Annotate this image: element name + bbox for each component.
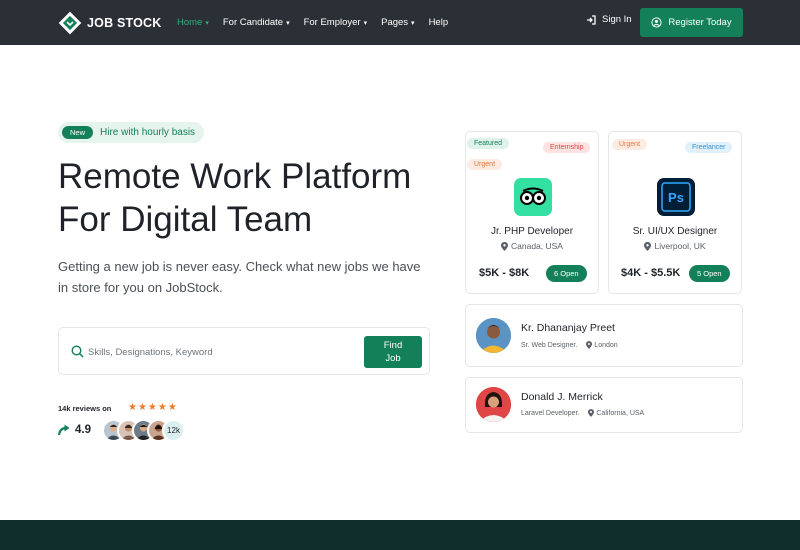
job-location-text: Liverpool, UK <box>654 241 706 251</box>
job-salary: $4K - $5.5K <box>621 267 681 279</box>
star-rating-icon: ★★★★★ <box>128 402 178 413</box>
open-positions-button[interactable]: 6 Open <box>546 265 587 282</box>
chevron-down-icon: ▾ <box>286 19 290 27</box>
top-navbar: JOB STOCK Home ▾ For Candidate ▾ For Emplo… <box>0 0 800 45</box>
nav-for-employer[interactable]: For Employer ▾ <box>304 17 368 28</box>
search-input[interactable] <box>88 344 328 360</box>
avatar <box>476 387 511 422</box>
tag-urgent: Urgent <box>467 159 503 170</box>
job-search-bar: Find Job <box>58 327 430 375</box>
logo-icon <box>58 11 82 35</box>
job-location: Canada, USA <box>466 241 598 251</box>
sign-in-icon <box>587 14 596 25</box>
find-job-label-1: Find <box>383 340 403 351</box>
candidate-card[interactable]: Donald J. Merrick Laravel Developer. Cal… <box>465 377 743 433</box>
main-menu: Home ▾ For Candidate ▾ For Employer ▾ Pages… <box>177 0 462 45</box>
avatar <box>476 318 511 353</box>
nav-home-label: Home <box>177 17 203 28</box>
sign-in-label: Sign In <box>602 14 632 25</box>
chevron-down-icon: ▾ <box>411 19 415 27</box>
map-pin-icon <box>588 409 595 417</box>
candidate-location: California, USA <box>596 409 645 417</box>
nav-help-label: Help <box>428 17 449 28</box>
find-job-label-2: Job <box>385 353 401 364</box>
register-label: Register Today <box>668 17 732 28</box>
brand-logo[interactable]: JOB STOCK <box>58 10 162 35</box>
map-pin-icon <box>586 341 593 349</box>
candidate-name: Kr. Dhananjay Preet <box>521 322 615 334</box>
map-pin-icon <box>644 241 652 251</box>
footer-section <box>0 520 800 550</box>
nav-pages[interactable]: Pages ▾ <box>381 17 414 28</box>
candidate-location: London <box>594 341 618 349</box>
job-location-text: Canada, USA <box>511 241 563 251</box>
job-card[interactable]: Featured Urgent Enternship Jr. PHP Devel… <box>465 131 599 294</box>
job-salary: $5K - $8K <box>479 267 530 279</box>
hero-title-line-1: Remote Work Platform <box>58 157 412 196</box>
hero-title: Remote Work Platform For Digital Team <box>58 155 458 241</box>
tripadvisor-logo-icon <box>514 178 552 216</box>
hero-title-line-2: For Digital Team <box>58 200 313 239</box>
photoshop-logo-icon: Ps <box>657 178 695 216</box>
badge-text: Hire with hourly basis <box>100 127 196 138</box>
tag-featured: Featured <box>467 138 510 149</box>
nav-home[interactable]: Home ▾ <box>177 17 209 28</box>
candidate-role: Sr. Web Designer. <box>521 341 578 349</box>
avatar-count: 12k <box>162 419 185 442</box>
sign-in-link[interactable]: Sign In <box>586 14 632 25</box>
nav-help[interactable]: Help <box>429 17 449 28</box>
new-pill: New <box>62 126 94 139</box>
candidate-name: Donald J. Merrick <box>521 391 603 403</box>
hero-description: Getting a new job is never easy. Check w… <box>58 259 421 295</box>
nav-for-candidate-label: For Candidate <box>222 17 284 28</box>
map-pin-icon <box>501 241 508 251</box>
candidate-card[interactable]: Kr. Dhananjay Preet Sr. Web Designer. Lo… <box>465 304 743 367</box>
job-title: Jr. PHP Developer <box>490 226 574 237</box>
user-circle-icon <box>651 17 662 28</box>
hourly-badge: New Hire with hourly basis <box>58 122 204 143</box>
reviewer-avatars: 12k <box>102 419 185 442</box>
find-job-button[interactable]: Find Job <box>364 336 422 368</box>
candidate-role: Laravel Developer. <box>521 409 580 417</box>
reviews-label: 14k reviews on <box>58 404 112 413</box>
job-location: Liverpool, UK <box>609 241 741 251</box>
chevron-down-icon: ▾ <box>363 19 368 27</box>
nav-for-employer-label: For Employer <box>303 17 361 28</box>
photoshop-logo-text: Ps <box>668 190 684 205</box>
register-button[interactable]: Register Today <box>640 8 743 37</box>
trend-up-icon <box>58 424 70 436</box>
job-title: Sr. UI/UX Designer <box>632 226 718 237</box>
brand-name: JOB STOCK <box>87 15 162 30</box>
nav-pages-label: Pages <box>381 17 409 28</box>
nav-for-candidate[interactable]: For Candidate ▾ <box>223 17 290 28</box>
candidate-meta: Laravel Developer. California, USA <box>521 409 644 417</box>
chevron-down-icon: ▾ <box>205 19 209 27</box>
tag-internship: Enternship <box>543 142 591 153</box>
open-positions-button[interactable]: 5 Open <box>689 265 730 282</box>
candidate-meta: Sr. Web Designer. London <box>521 341 618 349</box>
tag-freelancer: Freelancer <box>685 142 733 153</box>
job-card[interactable]: Urgent Freelancer Ps Sr. UI/UX Designer … <box>608 131 742 294</box>
search-icon <box>71 345 84 358</box>
tag-urgent: Urgent <box>612 139 648 150</box>
rating-value: 4.9 <box>75 424 91 436</box>
